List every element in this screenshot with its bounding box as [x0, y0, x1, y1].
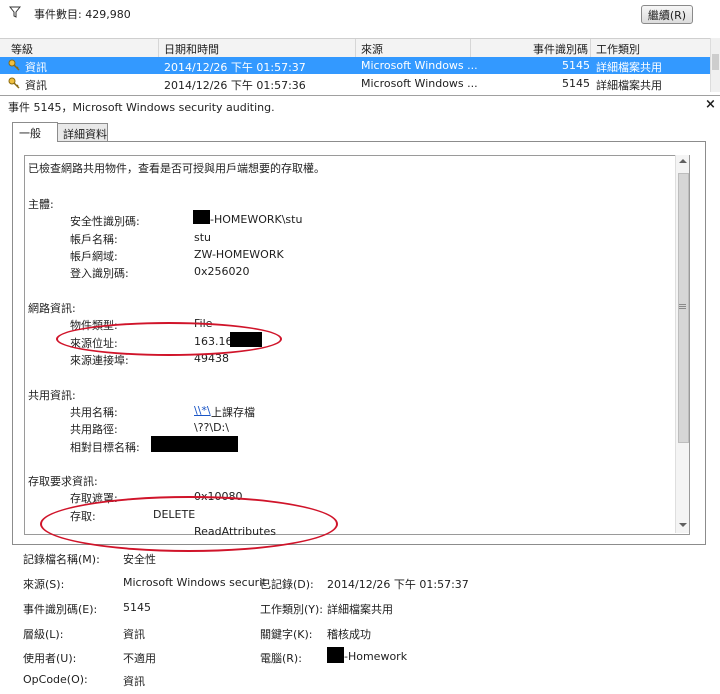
row-datetime: 2014/12/26 下午 01:57:37	[164, 61, 306, 74]
redaction-block	[193, 210, 210, 224]
share-name-label: 共用名稱:	[70, 406, 118, 419]
logged-label: 已記錄(D):	[260, 578, 314, 591]
access-heading: 存取要求資訊:	[28, 475, 98, 488]
intro-text: 已檢查網路共用物件，查看是否可授與用戶端想要的存取權。	[28, 162, 325, 175]
account-value: stu	[194, 231, 212, 244]
column-level[interactable]: 等級	[11, 41, 33, 57]
filter-icon[interactable]	[9, 6, 21, 18]
user-value: 不適用	[123, 652, 156, 665]
column-event-id[interactable]: 事件識別碼	[533, 41, 588, 57]
scroll-grip-line	[679, 308, 686, 309]
task-category-value: 詳細檔案共用	[327, 603, 393, 616]
list-scrollbar[interactable]	[710, 38, 720, 92]
row-source: Microsoft Windows ...	[361, 77, 478, 90]
sid-value: -HOMEWORK\stu	[210, 213, 303, 226]
event-count: 事件數目: 429,980	[34, 8, 131, 21]
event-list: 等級 日期和時間 來源 事件識別碼 工作類別 資訊 2014/12/26 下午 …	[0, 38, 720, 92]
table-row[interactable]: 資訊 2014/12/26 下午 01:57:37 Microsoft Wind…	[0, 57, 710, 74]
row-level: 資訊	[25, 61, 47, 74]
redaction-block	[151, 436, 238, 452]
sid-label: 安全性識別碼:	[70, 215, 140, 228]
close-icon[interactable]: ×	[705, 97, 716, 112]
keywords-value: 稽核成功	[327, 628, 371, 641]
continue-button[interactable]: 繼續(R)	[641, 5, 693, 24]
logon-label: 登入識別碼:	[70, 267, 129, 280]
annotation-ellipse	[40, 496, 338, 552]
level-value: 資訊	[123, 628, 145, 641]
column-datetime[interactable]: 日期和時間	[164, 41, 219, 57]
tab-details-label: 詳細資料	[63, 128, 107, 141]
opcode-label: OpCode(O):	[23, 673, 88, 686]
computer-label: 電腦(R):	[260, 652, 302, 665]
tab-details[interactable]: 詳細資料	[56, 123, 108, 141]
description-scrollbar[interactable]	[675, 155, 689, 533]
share-path-label: 共用路徑:	[70, 423, 118, 436]
user-label: 使用者(U):	[23, 652, 77, 665]
network-heading: 網路資訊:	[28, 302, 76, 315]
domain-label: 帳戶網域:	[70, 250, 118, 263]
list-scroll-thumb[interactable]	[712, 54, 719, 70]
srcport-label: 來源連接埠:	[70, 354, 129, 367]
tab-strip: 一般 詳細資料	[12, 122, 692, 142]
event-id-value: 5145	[123, 601, 151, 614]
key-icon	[8, 77, 20, 89]
domain-value: ZW-HOMEWORK	[194, 248, 284, 261]
logged-value: 2014/12/26 下午 01:57:37	[327, 578, 469, 591]
redaction-block	[327, 647, 344, 663]
key-icon	[8, 59, 20, 71]
source-label: 來源(S):	[23, 578, 65, 591]
scroll-grip-line	[679, 304, 686, 305]
keywords-label: 關鍵字(K):	[260, 628, 313, 641]
share-name-link[interactable]: \\*\	[194, 404, 211, 417]
column-category[interactable]: 工作類別	[596, 41, 640, 57]
table-row[interactable]: 資訊 2014/12/26 下午 01:57:36 Microsoft Wind…	[0, 75, 710, 92]
scroll-grip-line	[679, 306, 686, 307]
annotation-ellipse	[56, 322, 282, 356]
log-name-value: 安全性	[123, 553, 156, 566]
logon-value: 0x256020	[194, 265, 250, 278]
level-label: 層級(L):	[23, 628, 64, 641]
row-source: Microsoft Windows ...	[361, 59, 478, 72]
tab-general[interactable]: 一般	[12, 122, 58, 142]
task-category-label: 工作類別(Y):	[260, 603, 324, 616]
account-label: 帳戶名稱:	[70, 233, 118, 246]
row-level: 資訊	[25, 79, 47, 92]
target-label: 相對目標名稱:	[70, 441, 140, 454]
event-id-label: 事件識別碼(E):	[23, 603, 98, 616]
opcode-value: 資訊	[123, 675, 145, 688]
row-category: 詳細檔案共用	[596, 79, 662, 92]
row-event-id: 5145	[562, 77, 590, 90]
column-source[interactable]: 來源	[361, 41, 383, 57]
share-path-value: \??\D:\	[194, 421, 229, 434]
detail-title-bar: 事件 5145，Microsoft Windows security audit…	[0, 95, 720, 114]
share-heading: 共用資訊:	[28, 389, 76, 402]
row-datetime: 2014/12/26 下午 01:57:36	[164, 79, 306, 92]
computer-value: -Homework	[344, 650, 408, 663]
detail-title: 事件 5145，Microsoft Windows security audit…	[8, 101, 275, 114]
scroll-down-icon[interactable]	[679, 523, 687, 527]
subject-heading: 主體:	[28, 198, 54, 211]
share-name-value: 上課存檔	[211, 406, 255, 419]
row-category: 詳細檔案共用	[596, 61, 662, 74]
tab-general-label: 一般	[19, 127, 41, 140]
toolbar: 事件數目: 429,980 繼續(R)	[0, 0, 720, 38]
row-event-id: 5145	[562, 59, 590, 72]
log-name-label: 記錄檔名稱(M):	[23, 553, 100, 566]
source-value: Microsoft Windows securit	[123, 576, 267, 589]
scroll-up-icon[interactable]	[679, 159, 687, 163]
list-header: 等級 日期和時間 來源 事件識別碼 工作類別	[0, 38, 710, 58]
